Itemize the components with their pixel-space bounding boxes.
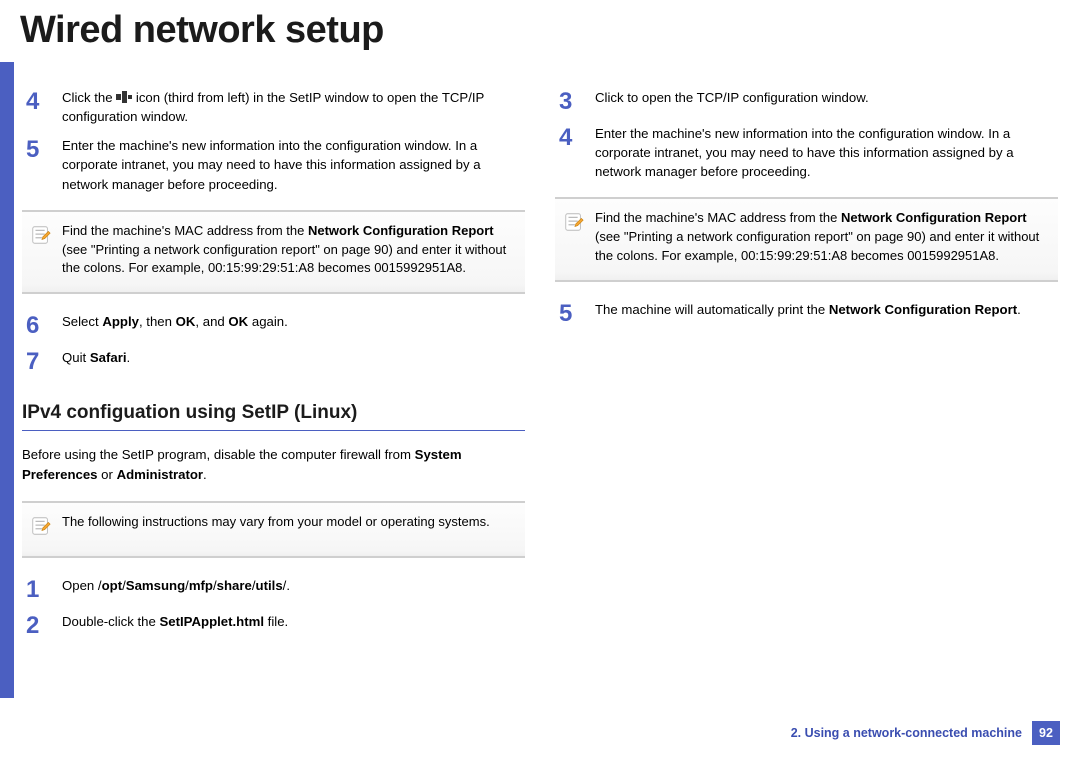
note-text: Find the machine's MAC address from the … bbox=[595, 209, 1058, 266]
setip-config-icon bbox=[116, 90, 132, 104]
step-number: 7 bbox=[22, 348, 62, 374]
step-5-left: 5 Enter the machine's new information in… bbox=[22, 136, 525, 193]
step-text: Click to open the TCP/IP configuration w… bbox=[595, 88, 1058, 114]
note-box-mac-address-right: Find the machine's MAC address from the … bbox=[555, 197, 1058, 282]
step-number: 5 bbox=[22, 136, 62, 193]
step-number: 2 bbox=[22, 612, 62, 638]
step-text: Select Apply, then OK, and OK again. bbox=[62, 312, 525, 338]
right-column: 3 Click to open the TCP/IP configuration… bbox=[555, 82, 1058, 711]
note-box-mac-address-left: Find the machine's MAC address from the … bbox=[22, 210, 525, 295]
step-4-right: 4 Enter the machine's new information in… bbox=[555, 124, 1058, 181]
step-number: 1 bbox=[22, 576, 62, 602]
step-4-left: 4 Click the icon (third from left) in th… bbox=[22, 88, 525, 126]
side-tab-decoration bbox=[0, 62, 14, 698]
footer-chapter: 2. Using a network-connected machine bbox=[791, 726, 1022, 740]
note-box-vary: The following instructions may vary from… bbox=[22, 501, 525, 558]
step-number: 5 bbox=[555, 300, 595, 326]
paragraph-firewall: Before using the SetIP program, disable … bbox=[22, 445, 525, 485]
step-text: Click the icon (third from left) in the … bbox=[62, 88, 525, 126]
step-number: 4 bbox=[22, 88, 62, 126]
step-2-linux: 2 Double-click the SetIPApplet.html file… bbox=[22, 612, 525, 638]
step-number: 3 bbox=[555, 88, 595, 114]
note-text: Find the machine's MAC address from the … bbox=[62, 222, 525, 279]
step-text: Quit Safari. bbox=[62, 348, 525, 374]
note-text: The following instructions may vary from… bbox=[62, 513, 525, 542]
left-column: 4 Click the icon (third from left) in th… bbox=[22, 82, 525, 711]
step-6-left: 6 Select Apply, then OK, and OK again. bbox=[22, 312, 525, 338]
step-number: 4 bbox=[555, 124, 595, 181]
step-5-right: 5 The machine will automatically print t… bbox=[555, 300, 1058, 326]
note-icon bbox=[22, 513, 62, 542]
footer-page-number: 92 bbox=[1032, 721, 1060, 745]
step-number: 6 bbox=[22, 312, 62, 338]
subheading-ipv4-linux: IPv4 configuation using SetIP (Linux) bbox=[22, 402, 525, 431]
step-7-left: 7 Quit Safari. bbox=[22, 348, 525, 374]
page-title-bar: Wired network setup bbox=[20, 0, 384, 60]
page-title: Wired network setup bbox=[20, 9, 384, 52]
step-text: Enter the machine's new information into… bbox=[62, 136, 525, 193]
content-columns: 4 Click the icon (third from left) in th… bbox=[22, 82, 1058, 711]
step-text: Enter the machine's new information into… bbox=[595, 124, 1058, 181]
step-3-right: 3 Click to open the TCP/IP configuration… bbox=[555, 88, 1058, 114]
step-text: Open /opt/Samsung/mfp/share/utils/. bbox=[62, 576, 525, 602]
note-icon bbox=[22, 222, 62, 279]
note-icon bbox=[555, 209, 595, 266]
step-text: The machine will automatically print the… bbox=[595, 300, 1058, 326]
step-1-linux: 1 Open /opt/Samsung/mfp/share/utils/. bbox=[22, 576, 525, 602]
step-text: Double-click the SetIPApplet.html file. bbox=[62, 612, 525, 638]
page-footer: 2. Using a network-connected machine 92 bbox=[791, 721, 1060, 745]
